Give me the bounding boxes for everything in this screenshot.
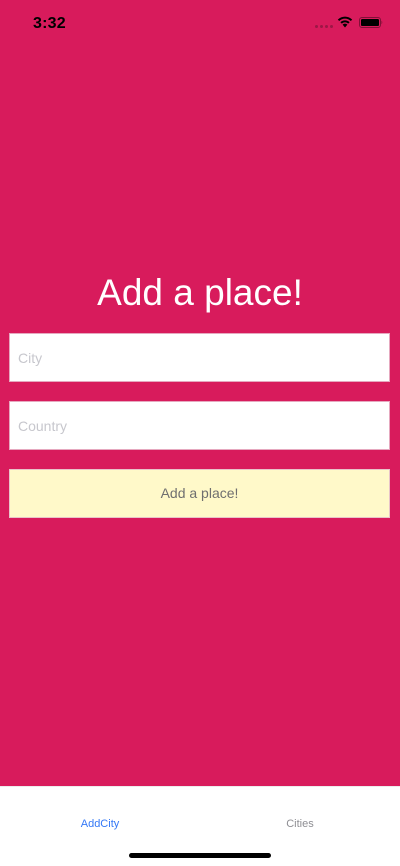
page-title: Add a place! [97, 272, 303, 313]
tab-cities[interactable]: Cities [200, 818, 400, 830]
home-indicator[interactable] [129, 853, 271, 858]
city-input[interactable] [10, 334, 389, 381]
battery-icon [359, 17, 383, 28]
country-field[interactable] [9, 401, 390, 450]
country-input[interactable] [10, 402, 389, 449]
tab-addcity[interactable]: AddCity [0, 818, 200, 830]
city-field[interactable] [9, 333, 390, 382]
status-time: 3:32 [33, 15, 66, 32]
app-screen: 3:32 Add a place! Add a place! [0, 0, 400, 786]
status-bar: 3:32 [0, 0, 400, 46]
wifi-icon [337, 16, 353, 28]
add-place-button[interactable]: Add a place! [9, 469, 390, 518]
signal-icon [315, 25, 333, 29]
